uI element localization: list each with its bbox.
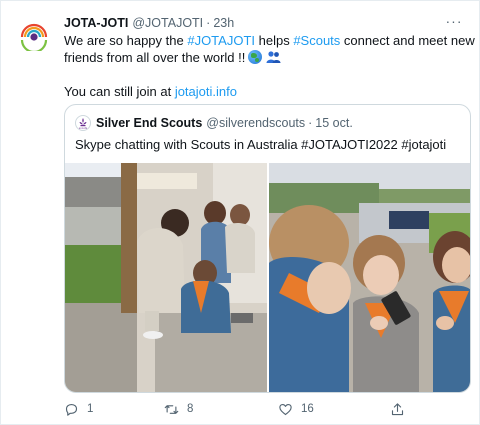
people-icon	[266, 50, 281, 64]
heart-icon	[279, 403, 292, 415]
separator-dot: ·	[308, 116, 313, 130]
tweet-text-line-1: We are so happy the #JOTAJOTI helps #Sco…	[64, 32, 475, 49]
quoted-tweet-header: scouts Silver End Scouts @silverendscout…	[75, 115, 353, 131]
reply-count: 1	[87, 403, 94, 415]
more-options-icon[interactable]: ···	[443, 14, 465, 32]
hashtag-scouts-link[interactable]: #Scouts	[293, 33, 340, 48]
quoted-author-avatar[interactable]: scouts	[75, 115, 91, 131]
quoted-tweet[interactable]: scouts Silver End Scouts @silverendscout…	[64, 104, 471, 393]
svg-text:scouts: scouts	[79, 126, 88, 130]
retweet-count: 8	[187, 403, 194, 415]
tweet-header: JOTA-JOTI @JOTAJOTI · 23h ···	[64, 14, 467, 32]
reply-icon	[65, 403, 78, 416]
scouts-at-doorway-photo[interactable]	[65, 163, 267, 392]
separator-dot: ·	[206, 16, 211, 30]
reply-button[interactable]: 1	[64, 399, 93, 419]
like-count: 16	[301, 403, 314, 415]
scouts-looking-at-phone-photo[interactable]	[269, 163, 470, 392]
tweet-text: We are so happy the #JOTAJOTI helps #Sco…	[64, 32, 475, 100]
jota-joti-logo-icon	[16, 15, 52, 51]
tweet-actions: 1 8 16	[64, 399, 464, 419]
author-handle[interactable]: @JOTAJOTI	[132, 16, 203, 30]
author-avatar[interactable]	[16, 15, 52, 51]
retweet-button[interactable]: 8	[164, 399, 193, 419]
scout-fleur-de-lis-icon: scouts	[79, 118, 88, 130]
share-icon	[391, 402, 404, 415]
hashtag-jotajoti-link[interactable]: #JOTAJOTI	[187, 33, 255, 48]
author-name[interactable]: JOTA-JOTI	[64, 16, 128, 30]
text-segment: friends from all over the world !!	[64, 50, 246, 65]
tweet-text-line-3: You can still join at jotajoti.info	[64, 83, 469, 100]
jotajoti-info-link[interactable]: jotajoti.info	[175, 84, 237, 99]
text-segment: You can still join at	[64, 84, 175, 99]
tweet-card[interactable]: JOTA-JOTI @JOTAJOTI · 23h ··· We are so …	[0, 0, 480, 425]
share-button[interactable]	[390, 399, 413, 419]
globe-icon	[248, 50, 263, 64]
text-segment: connect and meet new	[340, 33, 475, 48]
tweet-text-line-2: friends from all over the world !!	[64, 49, 469, 66]
tweet-time[interactable]: 23h	[213, 16, 234, 30]
text-segment: helps	[255, 33, 294, 48]
quoted-author-name[interactable]: Silver End Scouts	[96, 116, 202, 130]
text-segment: We are so happy the	[64, 33, 188, 48]
like-button[interactable]: 16	[278, 399, 314, 419]
retweet-icon	[164, 404, 179, 414]
quoted-author-handle[interactable]: @silverendscouts	[206, 116, 305, 130]
quoted-tweet-text: Skype chatting with Scouts in Australia …	[75, 137, 447, 152]
quoted-tweet-time[interactable]: 15 oct.	[315, 116, 353, 130]
